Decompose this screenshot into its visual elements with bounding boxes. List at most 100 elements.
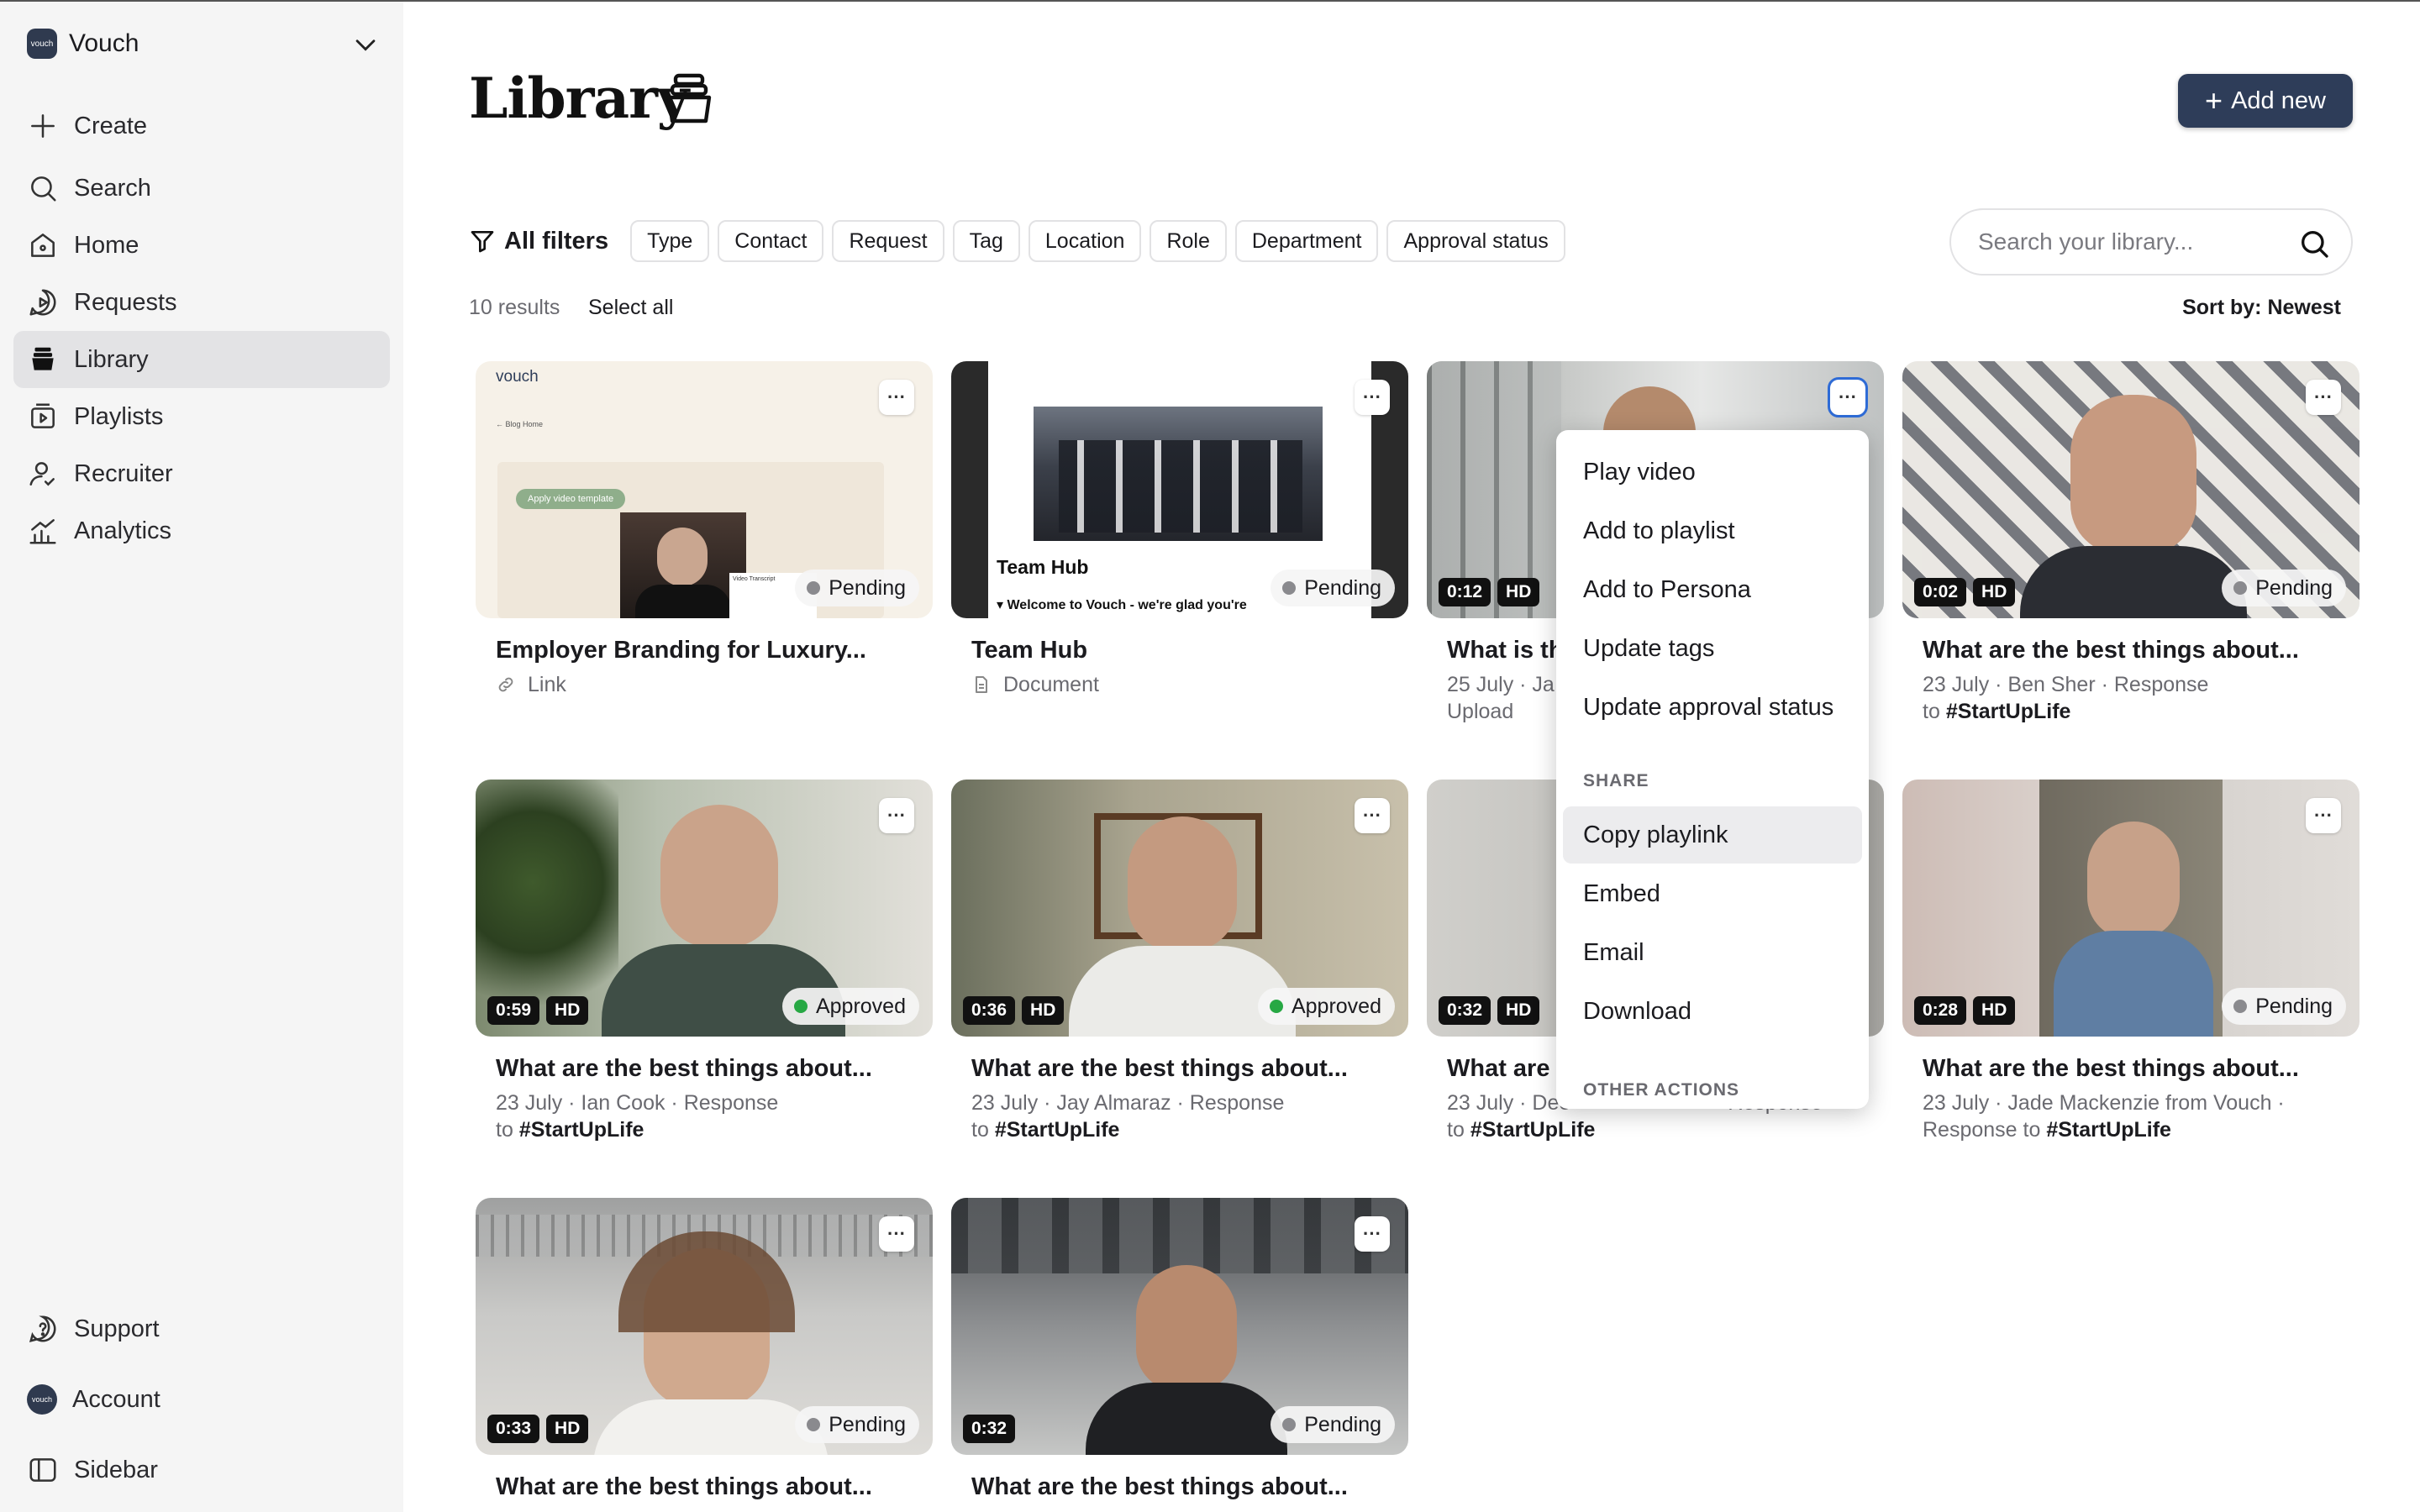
card-title[interactable]: Employer Branding for Luxury...	[496, 637, 933, 664]
card-title[interactable]: What are the best things about...	[496, 1055, 933, 1083]
library-search	[1949, 208, 2353, 276]
card-more-button[interactable]: ···	[2306, 798, 2341, 833]
nav-label: Recruiter	[74, 459, 173, 487]
results-count: 10 results	[469, 296, 560, 319]
video-duration: 0:02 HD	[1914, 578, 2022, 606]
all-filters-button[interactable]: All filters	[469, 228, 608, 255]
nav-analytics[interactable]: Analytics	[13, 502, 390, 559]
filter-chip-type[interactable]: Type	[630, 220, 710, 262]
account-avatar: vouch	[27, 1384, 57, 1415]
card-thumbnail[interactable]: ··· 0:02 HD Pending	[1902, 361, 2360, 618]
card-title[interactable]: What are the best things about...	[971, 1473, 1408, 1501]
menu-section-other-actions: OTHER ACTIONS	[1583, 1080, 1740, 1100]
nav-account[interactable]: vouch Account	[13, 1371, 390, 1428]
library-card[interactable]: ··· 0:32 Pending What are the best thing…	[951, 1198, 1408, 1501]
nav-recruiter[interactable]: Recruiter	[13, 445, 390, 502]
sidebar-panel-icon	[29, 1458, 56, 1482]
card-title[interactable]: What are the best things about...	[1923, 1055, 2360, 1083]
library-icon	[666, 73, 712, 123]
nav-home[interactable]: Home	[13, 217, 390, 274]
thumb-caption: ▾ Welcome to Vouch - we're glad you're	[997, 598, 1247, 612]
search-icon	[31, 176, 56, 202]
card-thumbnail[interactable]: ··· 0:32 Pending	[951, 1198, 1408, 1455]
menu-add-to-persona[interactable]: Add to Persona	[1563, 561, 1862, 618]
document-icon	[976, 676, 987, 693]
card-thumbnail[interactable]: ··· 0:59 HD Approved	[476, 780, 933, 1037]
library-card[interactable]: ··· 0:59 HD Approved What are the best th…	[476, 780, 933, 1143]
card-more-button[interactable]: ···	[1355, 1216, 1390, 1252]
nav-label: Library	[74, 345, 149, 373]
recruiter-icon	[29, 462, 55, 486]
filter-chip-request[interactable]: Request	[832, 220, 944, 262]
menu-add-to-playlist[interactable]: Add to playlist	[1563, 502, 1862, 559]
playlists-icon	[31, 403, 55, 428]
nav-playlists[interactable]: Playlists	[13, 388, 390, 445]
library-card[interactable]: ··· 0:33 HD Pending What are the best thi…	[476, 1198, 933, 1501]
library-card[interactable]: ··· 0:02 HD Pending What are the best thi…	[1902, 361, 2360, 725]
nav-support[interactable]: Support	[13, 1300, 390, 1357]
chevron-down-icon[interactable]	[351, 30, 380, 59]
card-title[interactable]: Team Hub	[971, 637, 1408, 664]
menu-update-approval-status[interactable]: Update approval status	[1563, 679, 1862, 736]
menu-play-video[interactable]: Play video	[1563, 444, 1862, 501]
card-more-button[interactable]: ···	[879, 1216, 914, 1252]
video-duration: 0:32 HD	[1439, 996, 1546, 1025]
card-title[interactable]: What are the best things about...	[496, 1473, 933, 1501]
select-all-link[interactable]: Select all	[588, 296, 673, 320]
library-card[interactable]: ··· 0:28 HD Pending What are the best thi…	[1902, 780, 2360, 1143]
video-duration: 0:36 HD	[963, 996, 1071, 1025]
nav-label: Analytics	[74, 517, 172, 544]
menu-email[interactable]: Email	[1563, 924, 1862, 981]
card-thumbnail[interactable]: Team Hub ▾ Welcome to Vouch - we're glad…	[951, 361, 1408, 618]
card-more-button[interactable]: ···	[1355, 798, 1390, 833]
sort-dropdown[interactable]: Sort by: Newest	[2182, 296, 2341, 320]
add-new-label: Add new	[2231, 87, 2326, 114]
menu-copy-playlink[interactable]: Copy playlink	[1563, 806, 1862, 864]
filter-chip-location[interactable]: Location	[1028, 220, 1142, 262]
filter-chip-tag[interactable]: Tag	[952, 220, 1020, 262]
menu-update-tags[interactable]: Update tags	[1563, 620, 1862, 677]
nav-label: Account	[72, 1385, 160, 1413]
nav-search[interactable]: Search	[13, 160, 390, 217]
filter-chip-role[interactable]: Role	[1150, 220, 1227, 262]
menu-section-share: SHARE	[1583, 771, 1649, 790]
thumb-link: ← Blog Home	[496, 420, 544, 428]
nav-requests[interactable]: Requests	[13, 274, 390, 331]
nav-sidebar-toggle[interactable]: Sidebar	[13, 1441, 390, 1499]
library-card[interactable]: ··· 0:36 HD Approved What are the best th…	[951, 780, 1408, 1143]
library-card[interactable]: Team Hub ▾ Welcome to Vouch - we're glad…	[951, 361, 1408, 701]
filter-icon	[471, 231, 494, 253]
add-new-button[interactable]: + Add new	[2178, 74, 2353, 128]
library-card[interactable]: vouch ← Blog Home Apply video template V…	[476, 361, 933, 701]
card-thumbnail[interactable]: ··· 0:36 HD Approved	[951, 780, 1408, 1037]
link-icon	[498, 677, 513, 692]
card-title[interactable]: What are the best things about...	[1923, 637, 2360, 664]
library-icon	[32, 347, 54, 370]
nav-library[interactable]: Library	[13, 331, 390, 388]
card-title[interactable]: What are the best things about...	[971, 1055, 1408, 1083]
thumb-team-photo	[1034, 407, 1323, 541]
search-input[interactable]	[1978, 225, 2289, 259]
requests-icon	[29, 289, 56, 316]
menu-download[interactable]: Download	[1563, 983, 1862, 1040]
workspace-switcher[interactable]: vouch Vouch	[27, 27, 380, 60]
menu-embed[interactable]: Embed	[1563, 865, 1862, 922]
card-more-button[interactable]: ···	[879, 380, 914, 415]
filter-chip-department[interactable]: Department	[1234, 220, 1379, 262]
status-badge: Approved	[1257, 988, 1395, 1025]
card-thumbnail[interactable]: vouch ← Blog Home Apply video template V…	[476, 361, 933, 618]
card-more-button[interactable]: ···	[2306, 380, 2341, 415]
card-thumbnail[interactable]: ··· 0:33 HD Pending	[476, 1198, 933, 1455]
nav-create[interactable]: Create	[13, 97, 390, 155]
card-thumbnail[interactable]: ··· 0:28 HD Pending	[1902, 780, 2360, 1037]
nav-label: Requests	[74, 288, 177, 316]
search-icon[interactable]	[2297, 227, 2331, 260]
filter-chip-contact[interactable]: Contact	[718, 220, 824, 262]
card-more-button[interactable]: ···	[1828, 377, 1868, 417]
card-more-button[interactable]: ···	[879, 798, 914, 833]
filter-bar: All filters Type Contact Request Tag Loc…	[469, 220, 1574, 262]
card-more-button[interactable]: ···	[1355, 380, 1390, 415]
nav-label: Home	[74, 231, 139, 259]
status-badge: Pending	[2222, 988, 2346, 1025]
filter-chip-approval-status[interactable]: Approval status	[1386, 220, 1565, 262]
